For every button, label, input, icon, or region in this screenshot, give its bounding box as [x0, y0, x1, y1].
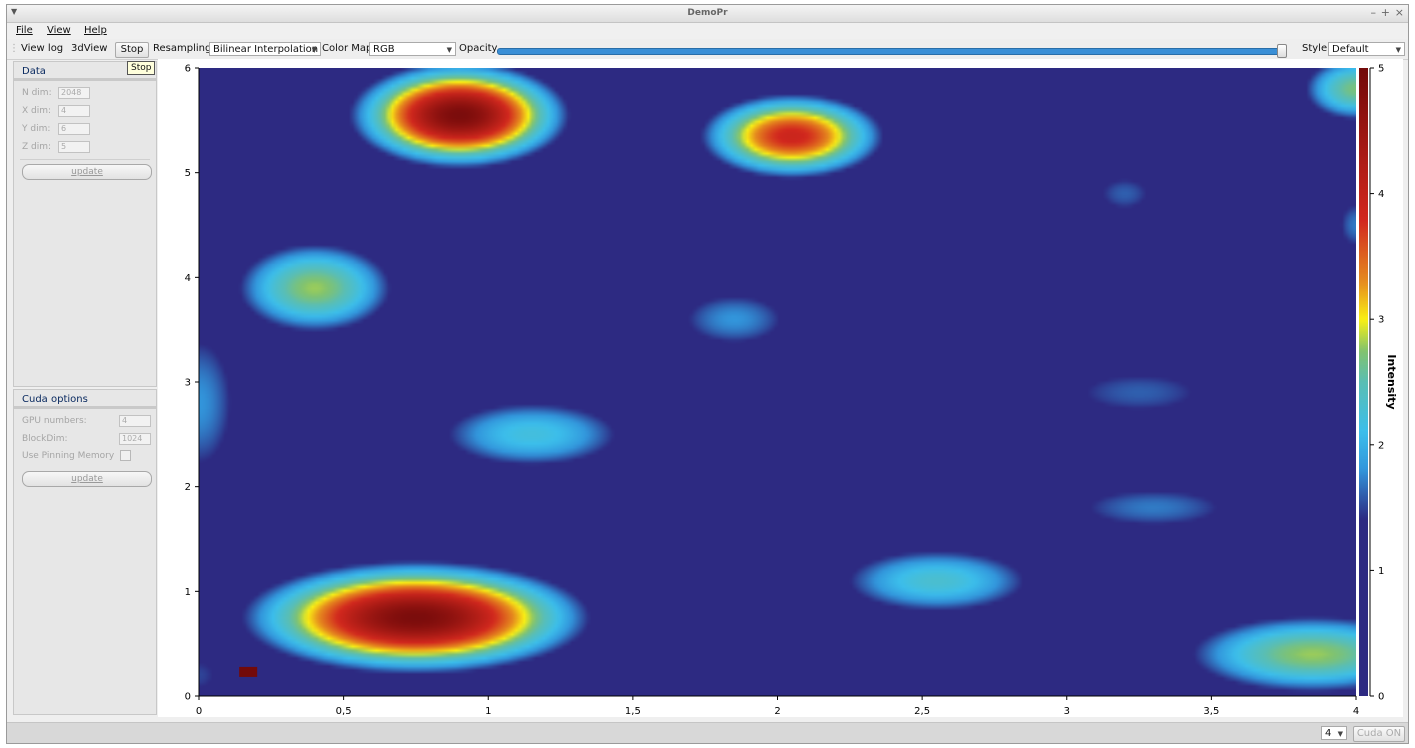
heatmap-chart[interactable]: 0 1 2 3 4 5 6 0 0,5 1 1,5 2 2,5 3 3,5 4 0 1 2 3 4 5 Intensi…	[0, 0, 1415, 748]
colorbar	[1359, 68, 1368, 696]
y-tick-label: 3	[185, 378, 191, 389]
y-tick-label: 6	[185, 64, 191, 75]
x-tick-label: 0,5	[336, 706, 352, 717]
y-tick-label: 2	[185, 482, 191, 493]
heatmap-image[interactable]	[199, 68, 1356, 696]
x-tick-label: 4	[1353, 706, 1359, 717]
colorbar-tick-label: 4	[1378, 189, 1384, 200]
x-tick-label: 2,5	[914, 706, 930, 717]
colorbar-tick-label: 0	[1378, 692, 1384, 703]
y-tick-label: 1	[185, 587, 191, 598]
colorbar-tick-label: 1	[1378, 566, 1384, 577]
x-tick-label: 3	[1064, 706, 1070, 717]
x-tick-label: 0	[196, 706, 202, 717]
x-tick-label: 1,5	[625, 706, 641, 717]
colorbar-tick-label: 5	[1378, 64, 1384, 75]
colorbar-tick-label: 3	[1378, 315, 1384, 326]
x-tick-label: 3,5	[1203, 706, 1219, 717]
x-tick-label: 2	[774, 706, 780, 717]
x-tick-label: 1	[485, 706, 491, 717]
marker-square	[239, 666, 258, 677]
colorbar-label: Intensity	[1385, 354, 1398, 409]
y-tick-label: 5	[185, 168, 191, 179]
y-tick-label: 4	[185, 273, 191, 284]
colorbar-tick-label: 2	[1378, 440, 1384, 451]
stop-tooltip: Stop	[127, 61, 156, 75]
y-tick-label: 0	[185, 692, 191, 703]
